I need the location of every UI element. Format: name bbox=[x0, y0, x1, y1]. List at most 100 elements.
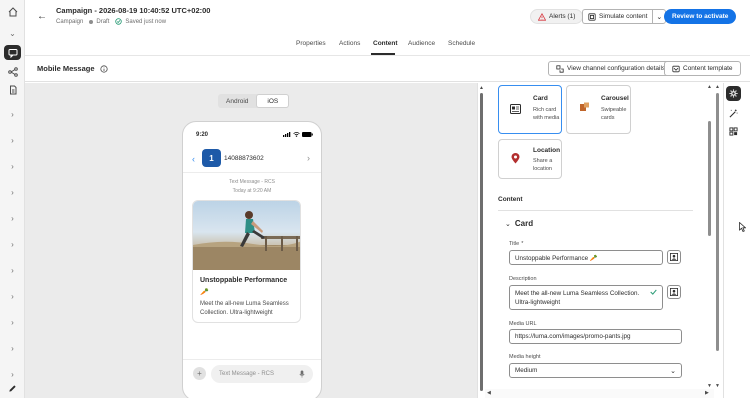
media-height-select[interactable]: Medium ⌄ bbox=[509, 363, 682, 378]
card-description: Meet the all-new Luma Seamless Collectio… bbox=[200, 301, 289, 316]
outer-scrollbar-thumb[interactable] bbox=[716, 93, 719, 351]
type-location-desc: Share a location bbox=[533, 158, 553, 172]
card-section-toggle[interactable]: ⌄ Card bbox=[505, 219, 533, 228]
contact-number: 14088873602 bbox=[224, 155, 264, 162]
chevron-right-icon[interactable]: › bbox=[4, 289, 21, 304]
channel-config-icon bbox=[556, 64, 564, 73]
panel-scrollbar-thumb[interactable] bbox=[708, 121, 711, 236]
title-label-group: Title * bbox=[509, 241, 523, 247]
type-option-carousel[interactable]: Carousel Swipeable cards bbox=[566, 85, 631, 134]
phone-clock: 9:20 bbox=[196, 132, 209, 138]
channel-config-details-button[interactable]: View channel configuration details bbox=[548, 61, 674, 76]
chevron-right-icon[interactable]: › bbox=[4, 263, 21, 278]
personalization-button[interactable] bbox=[667, 285, 681, 299]
breadcrumb[interactable]: Campaign bbox=[56, 19, 83, 25]
tab-actions[interactable]: Actions bbox=[339, 40, 360, 47]
media-height-label: Media height bbox=[509, 354, 541, 360]
review-to-activate-button[interactable]: Review to activate bbox=[664, 9, 737, 24]
left-scrollbar-thumb[interactable] bbox=[480, 93, 483, 391]
type-location-title: Location bbox=[533, 147, 561, 154]
panel-hscrollbar[interactable]: ◀ ▶ bbox=[485, 389, 714, 398]
tab-schedule[interactable]: Schedule bbox=[448, 40, 475, 47]
chevron-right-icon[interactable]: › bbox=[307, 153, 310, 163]
back-arrow-icon[interactable]: ← bbox=[37, 11, 47, 22]
personalization-button[interactable] bbox=[667, 250, 681, 264]
tab-audience[interactable]: Audience bbox=[408, 40, 435, 47]
card-title: Unstoppable Performance bbox=[200, 277, 288, 284]
personalization-icon bbox=[670, 253, 678, 261]
chevron-right-icon[interactable]: › bbox=[4, 133, 21, 148]
microphone-icon[interactable] bbox=[299, 370, 305, 378]
type-option-location[interactable]: Location Share a location bbox=[498, 139, 562, 179]
media-url-field[interactable]: https://luma.com/images/promo-pants.jpg bbox=[509, 329, 682, 344]
scroll-up-icon[interactable]: ▲ bbox=[479, 85, 484, 91]
description-field[interactable]: Meet the all-new Luma Seamless Collectio… bbox=[509, 285, 663, 310]
edit-icon[interactable] bbox=[4, 381, 21, 396]
type-option-card[interactable]: Card Rich card with media bbox=[498, 85, 562, 134]
simulate-content-button[interactable]: Simulate content bbox=[582, 9, 653, 24]
scroll-up-icon[interactable]: ▲ bbox=[707, 84, 712, 90]
type-card-desc: Rich card with media bbox=[533, 107, 560, 121]
panel-scrollbar[interactable]: ▲ ▼ bbox=[706, 83, 714, 398]
section-title-group: Mobile Message bbox=[37, 64, 108, 73]
page-title: Campaign - 2026-08-19 10:40:52 UTC+02:00 bbox=[56, 6, 211, 15]
rich-card[interactable]: Unstoppable Performance 🥕 Meet the all-n… bbox=[192, 200, 301, 323]
chevron-right-icon[interactable]: › bbox=[4, 315, 21, 330]
document-icon[interactable] bbox=[4, 82, 21, 97]
chevron-right-icon[interactable]: › bbox=[4, 367, 21, 382]
chevron-right-icon[interactable]: › bbox=[4, 107, 21, 122]
section-title: Mobile Message bbox=[37, 64, 95, 73]
status-dot-icon bbox=[89, 19, 94, 24]
message-input[interactable]: Text Message - RCS bbox=[211, 365, 313, 383]
divider bbox=[498, 210, 693, 211]
required-marker: * bbox=[521, 241, 524, 247]
os-toggle: Android iOS bbox=[218, 94, 290, 108]
info-icon[interactable] bbox=[99, 64, 108, 73]
avatar: 1 bbox=[202, 149, 221, 167]
outer-scrollbar[interactable]: ▲ ▼ bbox=[714, 83, 721, 398]
magic-wand-icon[interactable] bbox=[726, 106, 741, 121]
journey-icon[interactable] bbox=[4, 64, 21, 79]
grid-icon[interactable] bbox=[726, 124, 741, 139]
chevron-down-icon: ⌄ bbox=[670, 367, 676, 375]
mouse-cursor-icon bbox=[739, 222, 746, 232]
card-type-icon bbox=[510, 104, 521, 114]
content-template-button[interactable]: Content template bbox=[664, 61, 741, 76]
type-carousel-title: Carousel bbox=[601, 95, 629, 102]
home-icon[interactable] bbox=[4, 4, 21, 19]
message-input-placeholder: Text Message - RCS bbox=[219, 371, 275, 377]
alerts-button[interactable]: Alerts (1) bbox=[530, 9, 584, 24]
scroll-down-icon[interactable]: ▼ bbox=[715, 383, 720, 389]
card-section-title: Card bbox=[514, 219, 534, 228]
scroll-up-icon[interactable]: ▲ bbox=[715, 84, 720, 90]
card-emoji: 🥕 bbox=[200, 289, 209, 296]
splitter[interactable]: ▲ bbox=[477, 83, 485, 398]
type-card-title: Card bbox=[533, 95, 548, 102]
message-meta: Text Message - RCS bbox=[229, 179, 275, 185]
chevron-right-icon[interactable]: › bbox=[4, 211, 21, 226]
scroll-left-icon[interactable]: ◀ bbox=[487, 390, 491, 396]
card-media-image bbox=[193, 201, 300, 270]
add-attachment-icon[interactable]: + bbox=[193, 367, 206, 380]
back-chevron-icon[interactable]: ‹ bbox=[192, 154, 195, 164]
battery-icon bbox=[302, 132, 313, 137]
chevron-right-icon[interactable]: › bbox=[4, 185, 21, 200]
template-icon bbox=[672, 65, 680, 72]
os-option-ios[interactable]: iOS bbox=[256, 94, 290, 108]
wifi-icon bbox=[293, 132, 300, 137]
chevron-down-icon[interactable]: ⌄ bbox=[4, 26, 21, 41]
divider bbox=[183, 359, 321, 360]
simulate-icon bbox=[588, 12, 596, 21]
signal-icon bbox=[283, 132, 291, 137]
chevron-right-icon[interactable]: › bbox=[4, 159, 21, 174]
os-option-android[interactable]: Android bbox=[218, 94, 256, 108]
message-icon[interactable] bbox=[4, 45, 21, 60]
valid-check-icon bbox=[650, 289, 657, 295]
scroll-right-icon[interactable]: ▶ bbox=[705, 390, 709, 396]
chevron-right-icon[interactable]: › bbox=[4, 237, 21, 252]
chevron-right-icon[interactable]: › bbox=[4, 341, 21, 356]
title-field[interactable]: Unstoppable Performance 🥕 bbox=[509, 250, 663, 265]
tab-properties[interactable]: Properties bbox=[296, 40, 326, 47]
settings-gear-icon[interactable] bbox=[726, 86, 741, 101]
tab-content[interactable]: Content bbox=[373, 40, 398, 47]
